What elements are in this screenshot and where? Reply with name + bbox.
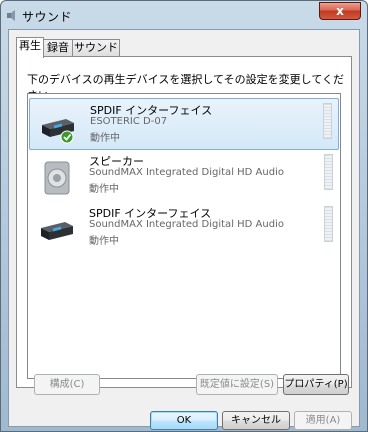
properties-button[interactable]: プロパティ(P) <box>283 374 349 395</box>
device-status: 動作中 <box>90 133 120 144</box>
title-bar[interactable]: サウンド x <box>1 1 367 29</box>
close-icon: x <box>336 4 344 18</box>
configure-button[interactable]: 構成(C) <box>34 374 100 395</box>
device-description: SoundMAX Integrated Digital HD Audio <box>89 167 284 178</box>
volume-meter <box>324 154 333 190</box>
close-button[interactable]: x <box>319 2 361 20</box>
digital-output-device-icon <box>42 119 74 144</box>
default-check-icon <box>60 130 74 144</box>
device-description: SoundMAX Integrated Digital HD Audio <box>89 219 284 230</box>
device-status: 動作中 <box>89 184 119 195</box>
device-item[interactable]: SPDIF インターフェイス SoundMAX Integrated Digit… <box>29 202 339 254</box>
set-default-button[interactable]: 既定値に設定(S) <box>196 374 278 395</box>
sound-dialog: サウンド x 再生 録音 サウンド 下のデバイスの再生デバイスを選択してその設定… <box>0 0 368 432</box>
apply-button[interactable]: 適用(A) <box>294 411 352 430</box>
volume-meter <box>324 206 333 242</box>
device-status: 動作中 <box>89 236 119 247</box>
cancel-button[interactable]: キャンセル <box>222 411 290 430</box>
device-item[interactable]: SPDIF インターフェイス ESOTERIC D-07 動作中 <box>29 98 339 150</box>
ok-button[interactable]: OK <box>150 411 218 430</box>
device-item[interactable]: スピーカー SoundMAX Integrated Digital HD Aud… <box>29 150 339 202</box>
playback-panel: 下のデバイスの再生デバイスを選択してその設定を変更してください: SPDIF イ… <box>16 56 352 388</box>
dialog-body: 再生 録音 サウンド 下のデバイスの再生デバイスを選択してその設定を変更してくだ… <box>8 29 360 430</box>
speaker-icon <box>7 10 15 21</box>
tab-recording[interactable]: 録音 <box>43 39 73 56</box>
tab-playback[interactable]: 再生 <box>16 37 44 58</box>
tab-sounds[interactable]: サウンド <box>72 39 120 56</box>
device-description: ESOTERIC D-07 <box>90 116 168 127</box>
device-list[interactable]: SPDIF インターフェイス ESOTERIC D-07 動作中 スピーカー S… <box>27 93 341 379</box>
digital-output-device-icon <box>41 222 73 240</box>
window-title: サウンド <box>22 10 73 24</box>
volume-meter <box>323 103 332 139</box>
speaker-icon <box>44 161 70 195</box>
